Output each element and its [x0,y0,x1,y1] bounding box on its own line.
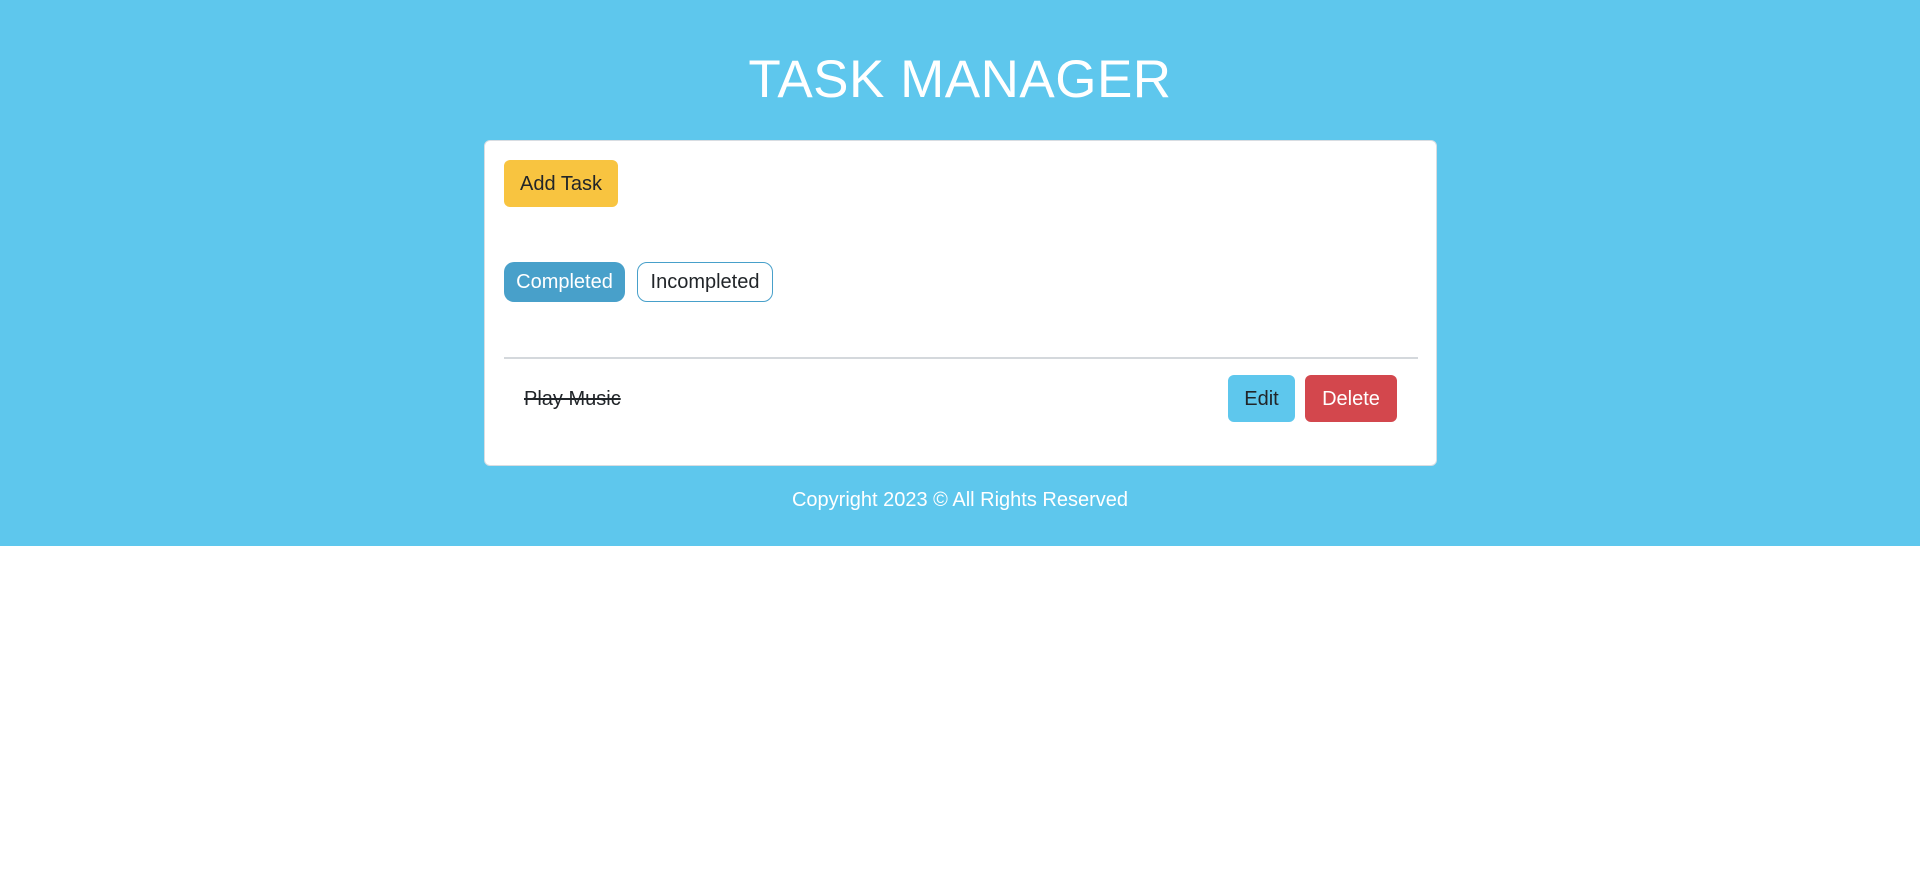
task-title: Play Music [524,387,621,410]
footer-copyright: Copyright 2023 © All Rights Reserved [791,489,1128,511]
app-header-section: TASK MANAGER Add Task Completed Incomple… [0,0,1920,546]
task-card: Add Task Completed Incompleted Play Musi… [484,140,1437,466]
add-task-button[interactable]: Add Task [504,160,618,207]
delete-task-button[interactable]: Delete [1305,375,1397,422]
task-row: Play Music Edit Delete [504,375,1418,423]
edit-task-button[interactable]: Edit [1228,375,1295,422]
filter-completed-button[interactable]: Completed [504,262,625,302]
filter-incompleted-button[interactable]: Incompleted [637,262,773,302]
page-title: TASK MANAGER [748,50,1172,109]
divider [504,357,1418,359]
